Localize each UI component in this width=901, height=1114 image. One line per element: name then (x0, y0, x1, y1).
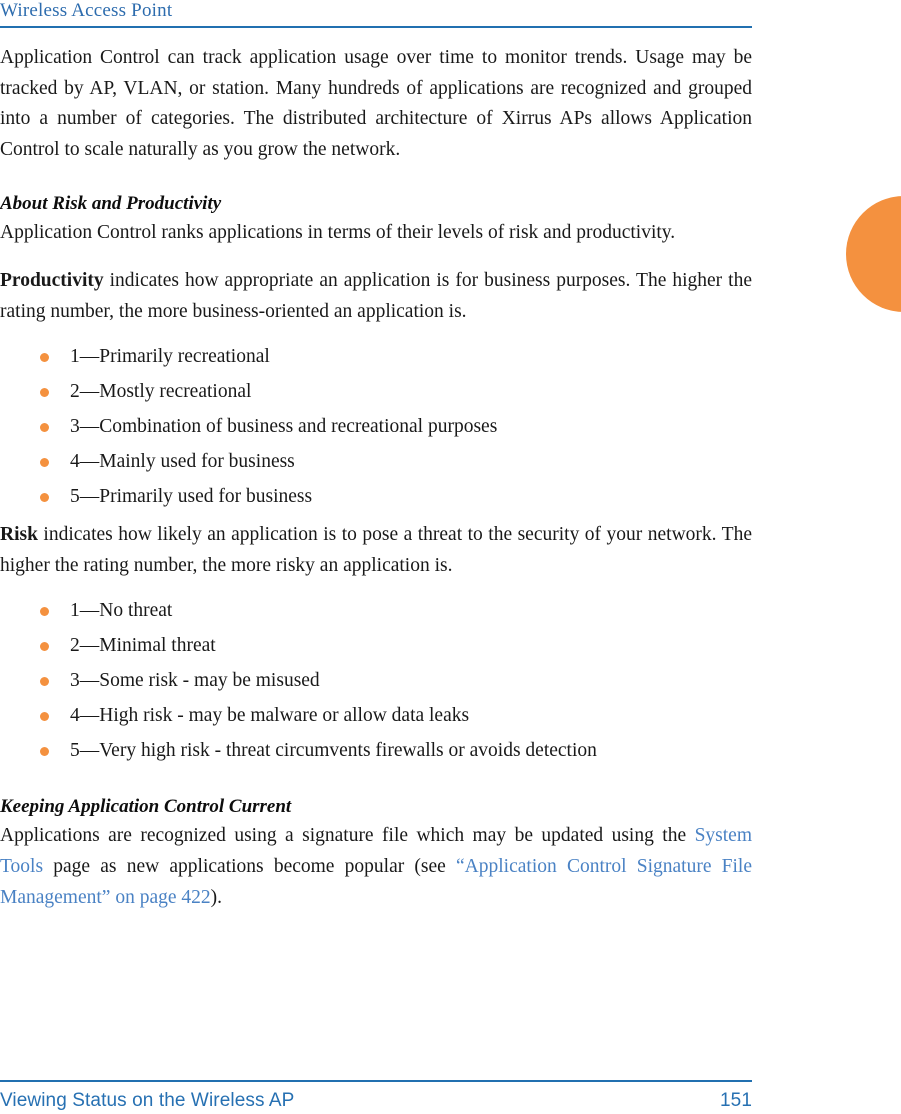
footer-page-number: 151 (719, 1089, 752, 1111)
bullet-dot-icon (40, 747, 49, 757)
bullet-dot-icon (40, 423, 49, 433)
footer-section-title: Viewing Status on the Wireless AP (0, 1089, 295, 1111)
keeping-current-text-part1: Applications are recognized using a sign… (0, 825, 695, 847)
list-item-label: 2—Mostly recreational (70, 381, 252, 403)
risk-paragraph: Risk indicates how likely an application… (0, 520, 752, 581)
list-item-label: 3—Combination of business and recreation… (70, 416, 498, 438)
bullet-dot-icon (40, 642, 49, 652)
bullet-dot-icon (40, 712, 49, 722)
heading-keeping-application-control-current: Keeping Application Control Current (0, 796, 292, 818)
list-item: 4—Mainly used for business (0, 444, 752, 479)
running-footer: Viewing Status on the Wireless AP 151 (0, 1080, 752, 1113)
list-item: 5—Very high risk - threat circumvents fi… (0, 733, 752, 768)
bullet-dot-icon (40, 677, 49, 687)
intro-paragraph: Application Control can track applicatio… (0, 47, 752, 160)
productivity-paragraph-text: indicates how appropriate an application… (0, 269, 752, 322)
risk-paragraph-text: indicates how likely an application is t… (0, 524, 752, 576)
list-item: 3—Some risk - may be misused (0, 663, 752, 698)
page-content: Application Control can track applicatio… (0, 43, 752, 913)
list-item: 1—Primarily recreational (0, 339, 752, 374)
list-item: 3—Combination of business and recreation… (0, 409, 752, 444)
thumb-index-tab (846, 196, 901, 312)
risk-rating-list: 1—No threat 2—Minimal threat 3—Some risk… (0, 593, 752, 768)
bullet-dot-icon (40, 388, 49, 398)
document-page: Wireless Access Point Application Contro… (0, 0, 901, 1114)
bullet-dot-icon (40, 607, 49, 617)
productivity-rating-list: 1—Primarily recreational 2—Mostly recrea… (0, 339, 752, 514)
footer-row: Viewing Status on the Wireless AP 151 (0, 1082, 752, 1113)
risk-productivity-paragraph: Application Control ranks applications i… (0, 222, 676, 244)
productivity-paragraph: Productivity indicates how appropriate a… (0, 266, 752, 327)
list-item-label: 1—Primarily recreational (70, 346, 270, 368)
bullet-dot-icon (40, 493, 49, 503)
list-item-label: 2—Minimal threat (70, 635, 216, 657)
list-item-label: 4—Mainly used for business (70, 451, 295, 473)
header-rule (0, 26, 752, 28)
list-item: 1—No threat (0, 593, 752, 628)
keeping-current-text-part2: page as new applications become popular … (43, 855, 457, 877)
productivity-runin: Productivity (0, 269, 104, 291)
bullet-dot-icon (40, 353, 49, 363)
list-item: 2—Mostly recreational (0, 374, 752, 409)
list-item-label: 1—No threat (70, 600, 173, 622)
running-header: Wireless Access Point (0, 0, 752, 28)
heading-about-risk-and-productivity: About Risk and Productivity (0, 193, 222, 215)
keeping-current-paragraph: Applications are recognized using a sign… (0, 821, 752, 913)
list-item: 5—Primarily used for business (0, 479, 752, 514)
risk-runin: Risk (0, 524, 38, 546)
header-title: Wireless Access Point (0, 0, 173, 21)
keeping-current-text-part3: ). (210, 886, 223, 908)
list-item: 2—Minimal threat (0, 628, 752, 663)
list-item-label: 5—Very high risk - threat circumvents fi… (70, 740, 597, 762)
list-item: 4—High risk - may be malware or allow da… (0, 698, 752, 733)
list-item-label: 5—Primarily used for business (70, 486, 313, 508)
bullet-dot-icon (40, 458, 49, 468)
list-item-label: 4—High risk - may be malware or allow da… (70, 705, 470, 727)
list-item-label: 3—Some risk - may be misused (70, 670, 320, 692)
